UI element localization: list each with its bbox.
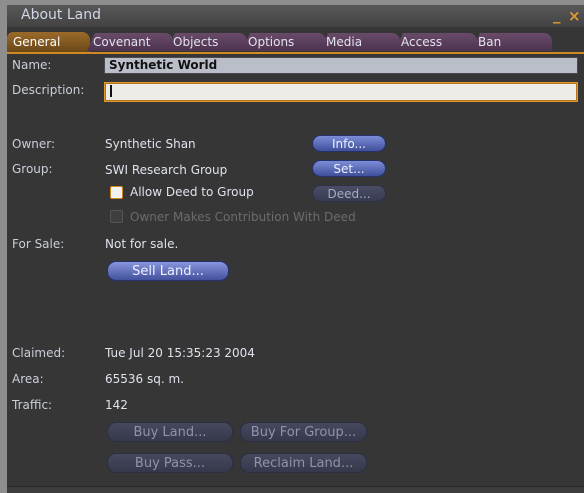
text-caret bbox=[110, 85, 112, 97]
name-label: Name: bbox=[12, 58, 52, 72]
description-field[interactable] bbox=[104, 82, 578, 102]
buy-land-button[interactable]: Buy Land... bbox=[107, 422, 233, 442]
tab-options[interactable]: Options bbox=[242, 33, 326, 51]
tab-bar: General Covenant Objects Options Media A… bbox=[7, 32, 584, 52]
group-value: SWI Research Group bbox=[105, 163, 228, 177]
buy-pass-button[interactable]: Buy Pass... bbox=[107, 453, 233, 473]
traffic-label: Traffic: bbox=[12, 398, 53, 412]
tab-ban[interactable]: Ban bbox=[472, 33, 552, 51]
sell-land-button[interactable]: Sell Land... bbox=[107, 261, 229, 281]
tab-covenant[interactable]: Covenant bbox=[87, 33, 173, 51]
title-bar[interactable]: About Land _ × bbox=[7, 5, 584, 27]
allow-deed-label: Allow Deed to Group bbox=[130, 185, 254, 199]
group-label: Group: bbox=[12, 162, 53, 176]
claimed-label: Claimed: bbox=[12, 346, 66, 360]
tab-general[interactable]: General bbox=[7, 32, 90, 52]
minimize-icon[interactable]: _ bbox=[553, 6, 561, 24]
owner-contribution-checkbox[interactable] bbox=[110, 210, 123, 223]
traffic-value: 142 bbox=[105, 398, 128, 412]
area-label: Area: bbox=[12, 372, 44, 386]
status-strip bbox=[7, 486, 584, 493]
for-sale-value: Not for sale. bbox=[105, 237, 179, 251]
description-label: Description: bbox=[12, 83, 85, 97]
allow-deed-checkbox[interactable] bbox=[110, 186, 123, 199]
owner-label: Owner: bbox=[12, 137, 56, 151]
for-sale-label: For Sale: bbox=[12, 237, 65, 251]
set-group-button[interactable]: Set... bbox=[312, 160, 386, 177]
tab-underline bbox=[7, 52, 584, 54]
reclaim-land-button[interactable]: Reclaim Land... bbox=[240, 453, 367, 473]
tab-objects[interactable]: Objects bbox=[167, 33, 247, 51]
name-field[interactable]: Synthetic World bbox=[104, 57, 578, 74]
close-icon[interactable]: × bbox=[568, 7, 581, 25]
owner-contribution-label: Owner Makes Contribution With Deed bbox=[130, 210, 356, 224]
buy-for-group-button[interactable]: Buy For Group... bbox=[240, 422, 367, 442]
tab-media[interactable]: Media bbox=[320, 33, 400, 51]
about-land-window: About Land _ × General Covenant Objects … bbox=[7, 5, 584, 493]
area-value: 65536 sq. m. bbox=[105, 372, 184, 386]
tab-access[interactable]: Access bbox=[395, 33, 477, 51]
deed-button[interactable]: Deed... bbox=[312, 185, 386, 202]
owner-value: Synthetic Shan bbox=[105, 137, 196, 151]
window-title: About Land bbox=[21, 7, 101, 23]
info-button[interactable]: Info... bbox=[312, 135, 386, 152]
claimed-value: Tue Jul 20 15:35:23 2004 bbox=[105, 346, 255, 360]
